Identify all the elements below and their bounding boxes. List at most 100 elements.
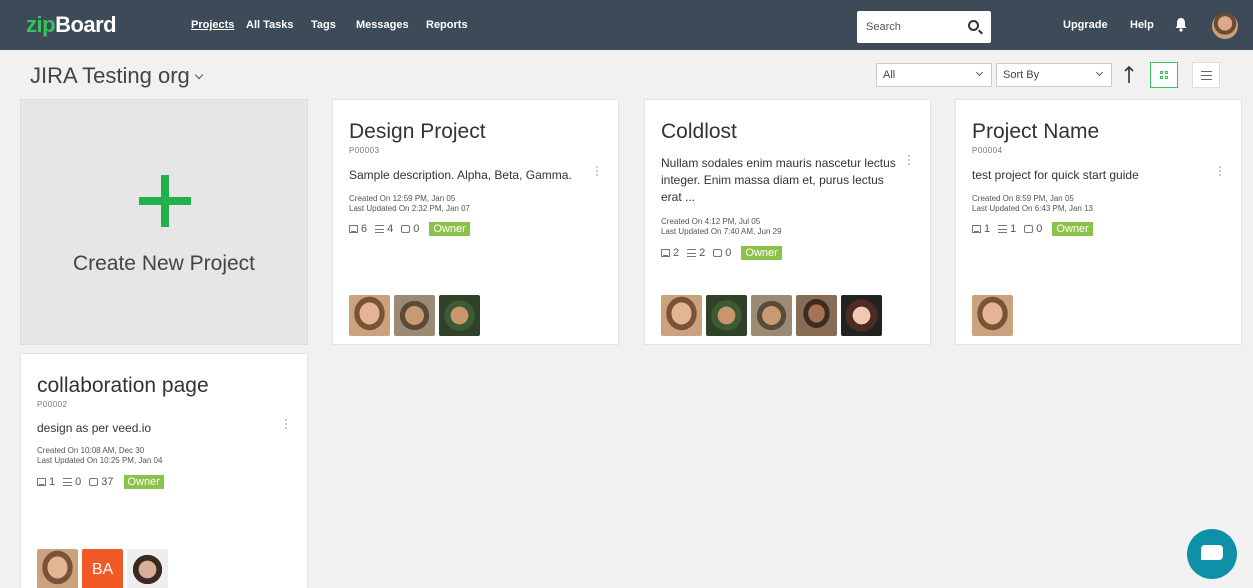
image-icon: [349, 225, 358, 233]
owner-badge: Owner: [429, 222, 470, 236]
owner-badge: Owner: [741, 246, 782, 260]
nav-projects[interactable]: Projects: [191, 19, 234, 31]
sort-select[interactable]: Sort By: [996, 63, 1112, 87]
comment-icon: [1024, 225, 1034, 233]
project-id: P00003: [349, 146, 380, 155]
updated-date: Last Updated On 10:25 PM, Jan 04: [37, 456, 163, 465]
image-icon: [661, 249, 670, 257]
more-options-icon[interactable]: [285, 419, 287, 429]
project-dates: Created On 10:08 AM, Dec 30 Last Updated…: [37, 446, 162, 466]
project-card[interactable]: collaboration page P00002 design as per …: [20, 353, 308, 588]
project-title[interactable]: Design Project: [349, 120, 486, 144]
nav-reports[interactable]: Reports: [426, 19, 468, 31]
task-list-icon: [687, 249, 697, 257]
comment-count: 0: [413, 223, 420, 235]
chevron-down-icon: [194, 70, 204, 80]
member-avatar[interactable]: [751, 295, 792, 336]
task-count: 0: [75, 476, 82, 488]
more-options-icon[interactable]: [908, 155, 910, 165]
more-options-icon[interactable]: [1219, 166, 1221, 176]
comment-icon: [713, 249, 723, 257]
project-title[interactable]: Coldlost: [661, 120, 737, 144]
member-avatar[interactable]: [972, 295, 1013, 336]
image-icon: [37, 478, 46, 486]
project-dates: Created On 8:59 PM, Jan 05 Last Updated …: [972, 194, 1093, 214]
project-id: P00004: [972, 146, 1003, 155]
project-stats: 6 4 0 Owner: [349, 222, 470, 236]
member-avatar[interactable]: [841, 295, 882, 336]
task-count: 1: [1010, 223, 1017, 235]
member-avatar[interactable]: [439, 295, 480, 336]
list-view-button[interactable]: [1192, 62, 1220, 88]
search-placeholder: Search: [866, 21, 901, 33]
image-count: 1: [49, 476, 56, 488]
project-card[interactable]: Project Name P00004 test project for qui…: [955, 99, 1242, 345]
member-avatar[interactable]: [349, 295, 390, 336]
image-icon: [972, 225, 981, 233]
project-card[interactable]: Design Project P00003 Sample description…: [332, 99, 619, 345]
upgrade-link[interactable]: Upgrade: [1063, 19, 1108, 31]
sort-direction-icon[interactable]: [1123, 64, 1135, 86]
nav-tags[interactable]: Tags: [311, 19, 336, 31]
top-navbar: zipBoard Projects All Tasks Tags Message…: [0, 0, 1253, 50]
comment-icon: [401, 225, 411, 233]
task-count: 2: [699, 247, 706, 259]
member-avatar[interactable]: [394, 295, 435, 336]
plus-icon: [139, 175, 191, 227]
search-input[interactable]: Search: [857, 11, 991, 43]
user-avatar[interactable]: [1212, 13, 1238, 39]
task-list-icon: [998, 225, 1008, 233]
grid-view-button[interactable]: [1150, 62, 1178, 88]
search-icon[interactable]: [968, 20, 979, 31]
project-description: test project for quick start guide: [972, 168, 1139, 182]
task-list-icon: [375, 225, 385, 233]
member-avatar[interactable]: [796, 295, 837, 336]
updated-date: Last Updated On 7:40 AM, Jun 29: [661, 227, 782, 236]
created-date: Created On 10:08 AM, Dec 30: [37, 446, 145, 455]
nav-all-tasks[interactable]: All Tasks: [246, 19, 294, 31]
member-avatars: [349, 295, 484, 336]
nav-messages[interactable]: Messages: [356, 19, 409, 31]
member-avatar[interactable]: [661, 295, 702, 336]
updated-date: Last Updated On 2:32 PM, Jan 07: [349, 204, 470, 213]
image-count: 6: [361, 223, 368, 235]
project-title[interactable]: collaboration page: [37, 374, 209, 398]
filter-select-value: All: [883, 69, 896, 81]
created-date: Created On 8:59 PM, Jan 05: [972, 194, 1074, 203]
create-project-label: Create New Project: [72, 252, 256, 275]
org-title: JIRA Testing org: [30, 63, 190, 88]
project-stats: 2 2 0 Owner: [661, 246, 782, 260]
member-avatars: [972, 295, 1017, 336]
image-count: 2: [673, 247, 680, 259]
bell-icon[interactable]: [1174, 17, 1188, 32]
member-avatars: [661, 295, 886, 336]
project-stats: 1 0 37 Owner: [37, 475, 164, 489]
comment-count: 0: [1036, 223, 1043, 235]
member-avatar[interactable]: [37, 549, 78, 588]
filter-select[interactable]: All: [876, 63, 992, 87]
project-description: Nullam sodales enim mauris nascetur lect…: [661, 156, 896, 204]
created-date: Created On 12:59 PM, Jan 05: [349, 194, 456, 203]
list-icon: [1201, 71, 1212, 80]
member-avatar[interactable]: [706, 295, 747, 336]
create-project-card[interactable]: Create New Project: [20, 99, 308, 345]
help-link[interactable]: Help: [1130, 19, 1154, 31]
project-dates: Created On 12:59 PM, Jan 05 Last Updated…: [349, 194, 470, 214]
org-selector[interactable]: JIRA Testing org: [30, 63, 204, 89]
zipboard-logo[interactable]: zipBoard: [26, 12, 117, 38]
chat-icon[interactable]: [1187, 529, 1237, 579]
project-description: design as per veed.io: [37, 421, 152, 435]
member-avatar-initials[interactable]: BA: [82, 549, 123, 588]
comment-count: 0: [725, 247, 732, 259]
member-avatar[interactable]: [127, 549, 168, 588]
task-count: 4: [387, 223, 394, 235]
project-stats: 1 1 0 Owner: [972, 222, 1093, 236]
sort-select-value: Sort By: [1003, 69, 1040, 81]
comment-icon: [89, 478, 99, 486]
project-title[interactable]: Project Name: [972, 120, 1099, 144]
more-options-icon[interactable]: [596, 166, 598, 176]
project-description: Sample description. Alpha, Beta, Gamma.: [349, 168, 572, 182]
project-card[interactable]: Coldlost Nullam sodales enim mauris nasc…: [644, 99, 931, 345]
updated-date: Last Updated On 6:43 PM, Jan 13: [972, 204, 1093, 213]
chevron-down-icon: [1095, 68, 1104, 77]
